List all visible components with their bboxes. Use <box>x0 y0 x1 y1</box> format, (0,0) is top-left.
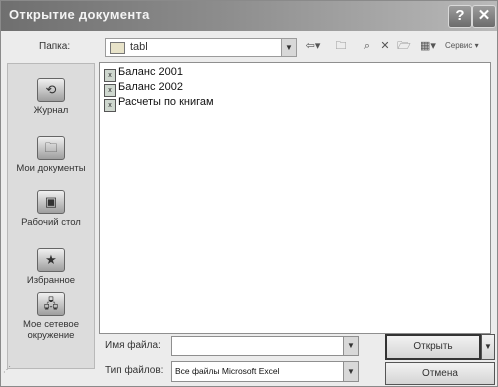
network-icon: 🖧 <box>37 292 65 316</box>
file-item[interactable]: x Расчеты по книгам <box>104 96 214 112</box>
tools-menu-button[interactable]: Сервис ▾ <box>445 41 479 50</box>
dialog-title: Открытие документа <box>9 7 150 22</box>
cancel-button[interactable]: Отмена <box>385 362 495 385</box>
excel-file-icon: x <box>104 99 116 112</box>
places-bar: ⟲ Журнал 🗀 Мои документы ▣ Рабочий стол … <box>7 63 95 369</box>
place-label: Мои документы <box>16 163 86 174</box>
new-folder-button[interactable]: 🗁 <box>395 38 413 55</box>
search-icon: ⌕ <box>363 40 371 52</box>
desktop-icon: ▣ <box>37 190 65 214</box>
search-web-button[interactable]: ⌕ <box>359 38 375 55</box>
title-bar[interactable]: Открытие документа ? ✕ <box>1 1 497 31</box>
file-name: Баланс 2001 <box>118 66 183 78</box>
chevron-down-icon[interactable]: ▼ <box>281 39 296 56</box>
my-documents-icon: 🗀 <box>37 136 65 160</box>
open-button[interactable]: Открыть <box>385 334 481 360</box>
delete-button[interactable]: ✕ <box>377 38 393 55</box>
filename-input[interactable]: ▼ <box>171 336 359 356</box>
place-favorites[interactable]: ★ Избранное <box>8 248 94 286</box>
help-button[interactable]: ? <box>448 5 472 28</box>
open-options-button[interactable]: ▼ <box>481 334 495 360</box>
place-label: Журнал <box>33 105 69 116</box>
up-one-level-button[interactable]: 🗀 <box>331 38 351 55</box>
up-folder-icon: 🗀 <box>335 40 347 52</box>
resize-grip-icon[interactable]: ⋰ <box>3 365 11 374</box>
file-item[interactable]: x Баланс 2002 <box>104 81 183 97</box>
filetype-label: Тип файлов: <box>105 365 164 376</box>
chevron-down-icon: ▼ <box>484 342 492 351</box>
place-label: Рабочий стол <box>21 217 81 228</box>
file-name: Баланс 2002 <box>118 81 183 93</box>
filetype-select[interactable]: Все файлы Microsoft Excel ▼ <box>171 361 359 382</box>
place-history[interactable]: ⟲ Журнал <box>8 78 94 116</box>
favorites-icon: ★ <box>37 248 65 272</box>
filename-label: Имя файла: <box>105 340 161 351</box>
chevron-down-icon[interactable]: ▼ <box>343 337 358 355</box>
back-button[interactable]: ⇦▾ <box>301 38 325 55</box>
file-name: Расчеты по книгам <box>118 96 214 108</box>
folder-label: Папка: <box>39 41 71 52</box>
chevron-down-icon[interactable]: ▼ <box>343 362 358 381</box>
close-icon: ✕ <box>477 7 491 24</box>
new-folder-icon: 🗁 <box>397 40 411 52</box>
open-document-dialog: Открытие документа ? ✕ Папка: tabl ▼ ⇦▾ … <box>0 0 498 387</box>
help-icon: ? <box>455 7 465 24</box>
current-folder-name: tabl <box>130 41 148 53</box>
place-label: Избранное <box>26 275 76 286</box>
place-network[interactable]: 🖧 Мое сетевое окружение <box>8 292 94 341</box>
place-label: Мое сетевое окружение <box>23 319 79 341</box>
folder-icon <box>110 42 125 54</box>
file-item[interactable]: x Баланс 2001 <box>104 66 183 82</box>
place-desktop[interactable]: ▣ Рабочий стол <box>8 190 94 228</box>
history-icon: ⟲ <box>37 78 65 102</box>
place-my-documents[interactable]: 🗀 Мои документы <box>8 136 94 174</box>
folder-combobox[interactable]: tabl ▼ <box>105 38 297 57</box>
close-button[interactable]: ✕ <box>472 5 496 28</box>
back-arrow-icon: ⇦▾ <box>305 40 321 52</box>
views-icon: ▦▾ <box>420 40 436 52</box>
filetype-value: Все файлы Microsoft Excel <box>175 366 280 376</box>
file-list[interactable]: x Баланс 2001 x Баланс 2002 x Расчеты по кн… <box>99 62 491 334</box>
views-button[interactable]: ▦▾ <box>415 38 441 55</box>
delete-icon: ✕ <box>380 40 390 52</box>
